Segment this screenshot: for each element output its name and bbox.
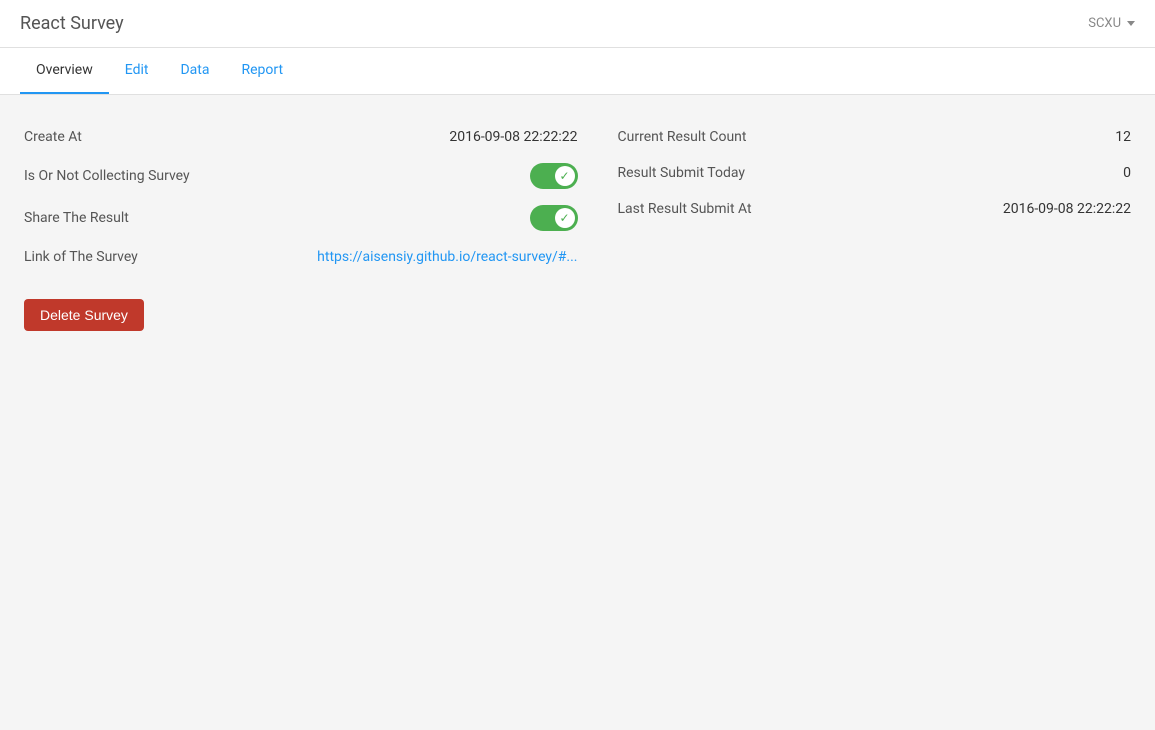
submit-today-label: Result Submit Today xyxy=(618,165,746,181)
collecting-slider xyxy=(530,163,578,189)
last-submit-value: 2016-09-08 22:22:22 xyxy=(1003,201,1131,217)
right-column: Current Result Count 12 Result Submit To… xyxy=(578,119,1132,275)
app-title: React Survey xyxy=(20,13,124,34)
tab-report[interactable]: Report xyxy=(225,48,299,94)
collecting-row: Is Or Not Collecting Survey xyxy=(24,155,578,197)
create-at-row: Create At 2016-09-08 22:22:22 xyxy=(24,119,578,155)
survey-link[interactable]: https://aisensiy.github.io/react-survey/… xyxy=(317,249,577,265)
user-menu[interactable]: SCXU xyxy=(1088,16,1135,31)
survey-link-row: Link of The Survey https://aisensiy.gith… xyxy=(24,239,578,275)
share-result-label: Share The Result xyxy=(24,210,129,226)
submit-today-row: Result Submit Today 0 xyxy=(618,155,1132,191)
username: SCXU xyxy=(1088,16,1121,31)
share-result-row: Share The Result xyxy=(24,197,578,239)
info-grid: Create At 2016-09-08 22:22:22 Is Or Not … xyxy=(24,119,1131,275)
collecting-label: Is Or Not Collecting Survey xyxy=(24,168,190,184)
result-count-value: 12 xyxy=(1115,129,1131,145)
share-result-toggle[interactable] xyxy=(530,205,578,231)
left-column: Create At 2016-09-08 22:22:22 Is Or Not … xyxy=(24,119,578,275)
share-result-slider xyxy=(530,205,578,231)
collecting-toggle[interactable] xyxy=(530,163,578,189)
tabs-bar: Overview Edit Data Report xyxy=(0,48,1155,95)
survey-link-label: Link of The Survey xyxy=(24,249,138,265)
tab-overview[interactable]: Overview xyxy=(20,48,109,94)
create-at-value: 2016-09-08 22:22:22 xyxy=(449,129,577,145)
submit-today-value: 0 xyxy=(1123,165,1131,181)
overview-content: Create At 2016-09-08 22:22:22 Is Or Not … xyxy=(0,95,1155,355)
result-count-row: Current Result Count 12 xyxy=(618,119,1132,155)
result-count-label: Current Result Count xyxy=(618,129,747,145)
tab-data[interactable]: Data xyxy=(164,48,225,94)
create-at-label: Create At xyxy=(24,129,82,145)
tab-edit[interactable]: Edit xyxy=(109,48,165,94)
last-submit-row: Last Result Submit At 2016-09-08 22:22:2… xyxy=(618,191,1132,227)
delete-survey-button[interactable]: Delete Survey xyxy=(24,299,144,331)
last-submit-label: Last Result Submit At xyxy=(618,201,752,217)
app-header: React Survey SCXU xyxy=(0,0,1155,48)
chevron-down-icon xyxy=(1127,21,1135,26)
